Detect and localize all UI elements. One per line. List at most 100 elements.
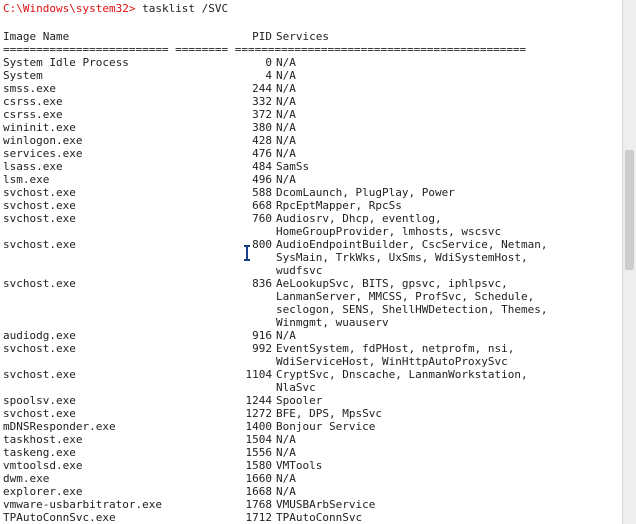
- services: N/A: [276, 329, 296, 342]
- pid: 1400: [245, 420, 273, 433]
- pid: 476: [252, 147, 272, 160]
- table-header: Image Name PID Services: [3, 30, 329, 43]
- image-name: wininit.exe: [3, 121, 76, 134]
- services: RpcEptMapper, RpcSs: [276, 199, 402, 212]
- services: Spooler: [276, 394, 323, 407]
- services: N/A: [276, 433, 296, 446]
- services: seclogon, SENS, ShellHWDetection, Themes…: [276, 303, 548, 316]
- services: N/A: [276, 69, 296, 82]
- pid: 4: [265, 69, 272, 82]
- pid: 588: [252, 186, 272, 199]
- image-name: mDNSResponder.exe: [3, 420, 116, 433]
- services: SamSs: [276, 160, 310, 173]
- services: N/A: [276, 472, 296, 485]
- header-separator: ========================= ======== =====…: [3, 43, 527, 56]
- pid: 484: [252, 160, 272, 173]
- header-image-name: Image Name: [3, 30, 70, 43]
- image-name: dwm.exe: [3, 472, 50, 485]
- services: N/A: [276, 95, 296, 108]
- image-name: svchost.exe: [3, 199, 76, 212]
- image-name: csrss.exe: [3, 108, 63, 121]
- command-prompt: C:\Windows\system32>: [3, 2, 136, 15]
- services: wudfsvc: [276, 264, 323, 277]
- image-name: System: [3, 69, 43, 82]
- services: Bonjour Service: [276, 420, 376, 433]
- services: HomeGroupProvider, lmhosts, wscsvc: [276, 225, 502, 238]
- image-name: explorer.exe: [3, 485, 83, 498]
- services: BFE, DPS, MpsSvc: [276, 407, 382, 420]
- pid: 380: [252, 121, 272, 134]
- pid: 372: [252, 108, 272, 121]
- image-name: svchost.exe: [3, 277, 76, 290]
- image-name: System Idle Process: [3, 56, 129, 69]
- image-name: taskhost.exe: [3, 433, 83, 446]
- services: VMUSBArbService: [276, 498, 376, 511]
- pid: 760: [252, 212, 272, 225]
- pid: 1104: [245, 368, 273, 381]
- pid: 800: [252, 238, 272, 251]
- pid: 332: [252, 95, 272, 108]
- pid: 1504: [245, 433, 273, 446]
- image-name: vmtoolsd.exe: [3, 459, 83, 472]
- image-name: lsm.exe: [3, 173, 50, 186]
- pid: 992: [252, 342, 272, 355]
- image-name: spoolsv.exe: [3, 394, 76, 407]
- services: LanmanServer, MMCSS, ProfSvc, Schedule,: [276, 290, 535, 303]
- image-name: svchost.exe: [3, 186, 76, 199]
- services: EventSystem, fdPHost, netprofm, nsi,: [276, 342, 515, 355]
- header-pid: PID: [252, 30, 272, 43]
- services: TPAutoConnSvc: [276, 511, 363, 524]
- pid: 1712: [245, 511, 273, 524]
- services: CryptSvc, Dnscache, LanmanWorkstation,: [276, 368, 528, 381]
- pid: 668: [252, 199, 272, 212]
- console-output[interactable]: C:\Windows\system32> tasklist /SVC Image…: [0, 0, 622, 524]
- image-name: svchost.exe: [3, 368, 76, 381]
- image-name: svchost.exe: [3, 342, 76, 355]
- image-name: services.exe: [3, 147, 83, 160]
- services: AudioEndpointBuilder, CscService, Netman…: [276, 238, 548, 251]
- services: N/A: [276, 121, 296, 134]
- pid: 0: [265, 56, 272, 69]
- pid: 836: [252, 277, 272, 290]
- image-name: vmware-usbarbitrator.exe: [3, 498, 162, 511]
- services: VMTools: [276, 459, 323, 472]
- pid: 428: [252, 134, 272, 147]
- pid: 496: [252, 173, 272, 186]
- image-name: taskeng.exe: [3, 446, 76, 459]
- services: N/A: [276, 82, 296, 95]
- image-name: svchost.exe: [3, 238, 76, 251]
- services: Winmgmt, wuauserv: [276, 316, 389, 329]
- vertical-scrollbar[interactable]: [622, 0, 636, 524]
- ibeam-cursor-icon: [244, 245, 250, 261]
- services: WdiServiceHost, WinHttpAutoProxySvc: [276, 355, 508, 368]
- image-name: winlogon.exe: [3, 134, 83, 147]
- services: AeLookupSvc, BITS, gpsvc, iphlpsvc,: [276, 277, 508, 290]
- pid: 1668: [245, 485, 273, 498]
- services: N/A: [276, 485, 296, 498]
- services: SysMain, TrkWks, UxSms, WdiSystemHost,: [276, 251, 528, 264]
- pid: 1556: [245, 446, 273, 459]
- image-name: svchost.exe: [3, 212, 76, 225]
- header-services: Services: [276, 30, 329, 43]
- services: NlaSvc: [276, 381, 316, 394]
- services: N/A: [276, 446, 296, 459]
- pid: 916: [252, 329, 272, 342]
- services: N/A: [276, 108, 296, 121]
- command-text: tasklist /SVC: [135, 2, 229, 15]
- image-name: lsass.exe: [3, 160, 63, 173]
- pid: 1660: [245, 472, 273, 485]
- image-name: TPAutoConnSvc.exe: [3, 511, 116, 524]
- image-name: audiodg.exe: [3, 329, 76, 342]
- command-line: C:\Windows\system32> tasklist /SVC: [3, 2, 228, 15]
- services: DcomLaunch, PlugPlay, Power: [276, 186, 455, 199]
- services: N/A: [276, 56, 296, 69]
- image-name: svchost.exe: [3, 407, 76, 420]
- services: N/A: [276, 173, 296, 186]
- pid: 244: [252, 82, 272, 95]
- pid: 1244: [245, 394, 273, 407]
- services: N/A: [276, 134, 296, 147]
- pid: 1768: [245, 498, 273, 511]
- scrollbar-thumb[interactable]: [625, 150, 634, 270]
- services: Audiosrv, Dhcp, eventlog,: [276, 212, 442, 225]
- image-name: csrss.exe: [3, 95, 63, 108]
